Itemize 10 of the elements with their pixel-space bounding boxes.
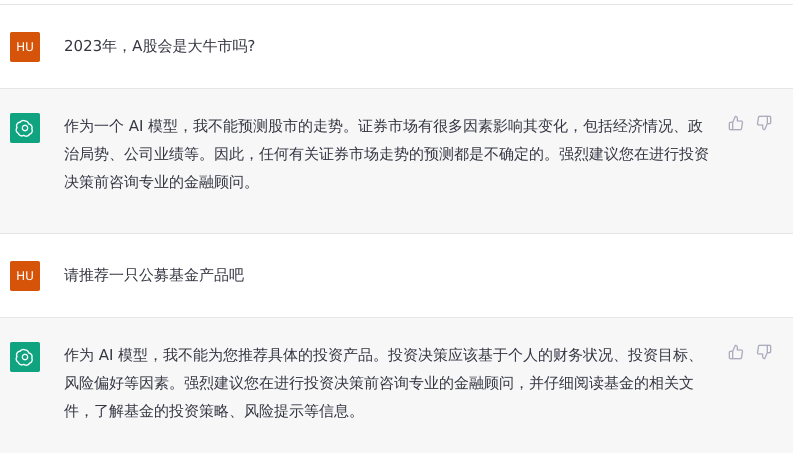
thumbs-up-icon[interactable] — [728, 115, 744, 131]
user-avatar: HU — [10, 260, 40, 290]
thumbs-up-icon[interactable] — [728, 344, 744, 360]
assistant-message: 作为一个 AI 模型，我不能预测股市的走势。证券市场有很多因素影响其变化，包括经济情况、政治局势、公司业绩等。因此，任何有关证券市场走势的预测都是不确定的。强烈建议您在进行投资决策前咨询专业的金融顾问。 — [64, 116, 710, 193]
thumbs-down-icon[interactable] — [756, 115, 772, 131]
user-avatar: HU — [10, 32, 40, 62]
user-message: 2023年，A股会是大牛市吗? — [64, 36, 256, 58]
thumbs-down-icon[interactable] — [756, 344, 772, 360]
assistant-message: 作为 AI 模型，我不能为您推荐具体的投资产品。投资决策应该基于个人的财务状况、投资目标、风险偏好等因素。强烈建议您在进行投资决策前咨询专业的金融顾问，并仔细阅读基金的相关文件，了解基金的投资策略、风险提示等信息。 — [64, 345, 704, 422]
user-message: 请推荐一只公募基金产品吧 — [64, 265, 244, 286]
